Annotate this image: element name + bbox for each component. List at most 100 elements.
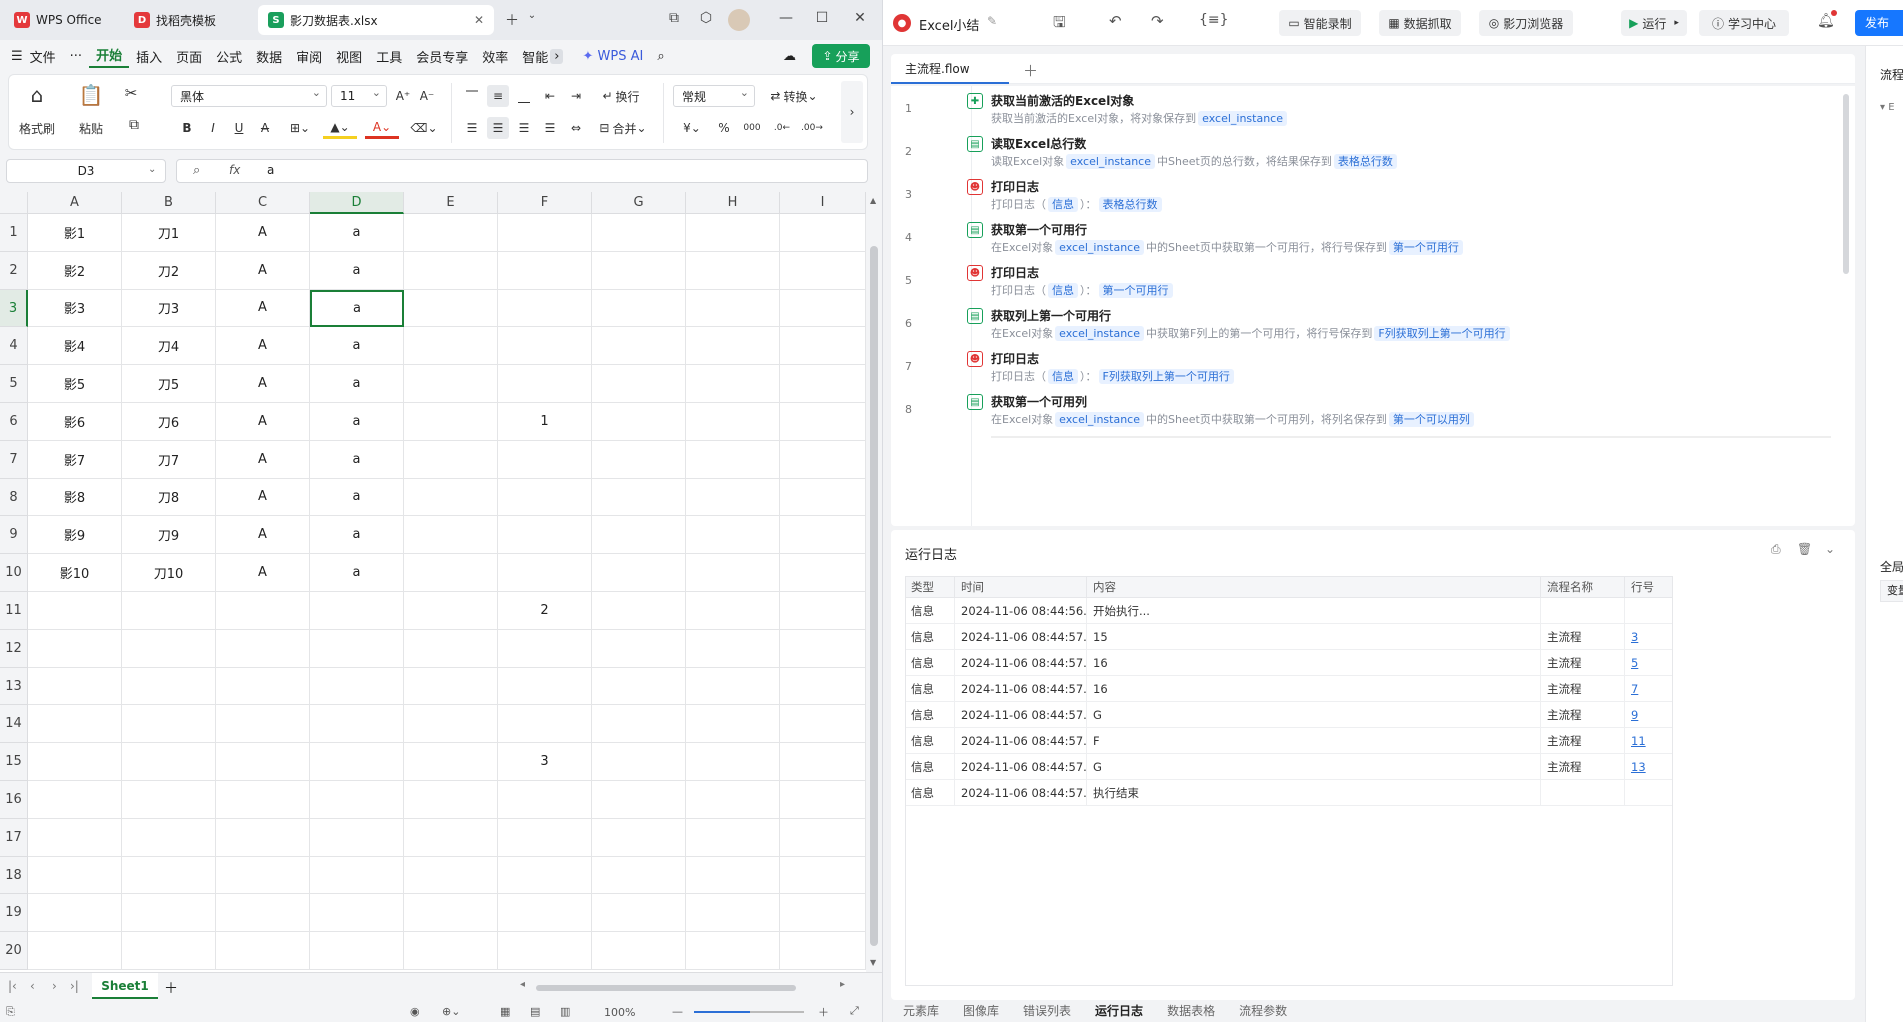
cell-i15[interactable] bbox=[780, 743, 866, 781]
menu-review[interactable]: 审阅 bbox=[289, 47, 329, 66]
prev-sheet-icon[interactable]: ‹ bbox=[30, 979, 35, 993]
cell-b16[interactable] bbox=[122, 781, 216, 819]
save-icon[interactable]: 🖫 bbox=[1053, 12, 1066, 37]
bold-icon[interactable]: B bbox=[177, 117, 197, 139]
browser-button[interactable]: ◎ 影刀浏览器 bbox=[1479, 10, 1573, 36]
cell-b11[interactable] bbox=[122, 592, 216, 630]
cell-f6[interactable]: 1 bbox=[498, 403, 592, 441]
zoom-icon[interactable]: ⌕ bbox=[193, 163, 200, 178]
step-variable[interactable]: 第一个可以用列 bbox=[1388, 412, 1474, 427]
copy-icon[interactable]: ⧉ bbox=[119, 115, 149, 135]
cell-b12[interactable] bbox=[122, 629, 216, 668]
cell-f9[interactable] bbox=[498, 516, 592, 555]
chevron-right-icon[interactable]: › bbox=[550, 48, 564, 64]
strikethrough-icon[interactable]: A bbox=[255, 117, 275, 139]
step-variable[interactable]: excel_instance bbox=[1198, 111, 1288, 126]
step-variable[interactable]: F列获取列上第一个可用行 bbox=[1374, 326, 1510, 341]
variable-icon[interactable]: {≡} bbox=[1199, 12, 1229, 28]
cell-g12[interactable] bbox=[592, 629, 686, 668]
edit-icon[interactable]: ✎ bbox=[987, 14, 997, 28]
cell-c18[interactable] bbox=[216, 856, 310, 895]
cell-i20[interactable] bbox=[780, 932, 866, 970]
row-header[interactable]: 1 bbox=[0, 214, 28, 252]
cell-i5[interactable] bbox=[780, 365, 866, 403]
scroll-right-icon[interactable]: ▸ bbox=[840, 979, 845, 990]
cell-g18[interactable] bbox=[592, 856, 686, 895]
expand-icon[interactable]: ▾ E bbox=[1880, 102, 1895, 113]
cell-c10[interactable]: A bbox=[216, 554, 310, 592]
add-flow-icon[interactable]: ＋ bbox=[1023, 60, 1038, 81]
cell-c20[interactable] bbox=[216, 932, 310, 970]
formula-input[interactable]: ⌕ fx a bbox=[176, 159, 868, 183]
log-header-2[interactable]: 内容 bbox=[1087, 576, 1541, 598]
log-line-link[interactable]: 9 bbox=[1625, 702, 1673, 728]
cell-i4[interactable] bbox=[780, 327, 866, 366]
cloud-icon[interactable]: ☁ bbox=[776, 49, 803, 64]
clear-format-icon[interactable]: ⌫⌄ bbox=[407, 117, 441, 139]
cell-c3[interactable]: A bbox=[216, 289, 310, 328]
font-size-select[interactable]: 11 bbox=[331, 85, 387, 107]
row-header[interactable]: 6 bbox=[0, 403, 28, 441]
new-tab-icon[interactable]: ＋ bbox=[502, 10, 522, 30]
font-color-icon[interactable]: A⌄ bbox=[365, 117, 399, 139]
fullscreen-icon[interactable]: ⤢ bbox=[850, 1004, 859, 1018]
cell-g10[interactable] bbox=[592, 554, 686, 592]
cell-h1[interactable] bbox=[686, 214, 780, 252]
cell-b20[interactable] bbox=[122, 932, 216, 970]
cell-f3[interactable] bbox=[498, 289, 592, 328]
log-header-4[interactable]: 行号 bbox=[1625, 576, 1673, 598]
cell-e19[interactable] bbox=[404, 894, 498, 933]
cell-a5[interactable]: 影5 bbox=[28, 365, 122, 403]
cell-d7[interactable]: a bbox=[310, 440, 404, 479]
cell-e3[interactable] bbox=[404, 289, 498, 328]
flow-step[interactable]: ▤ 读取Excel总行数 读取Excel对象 excel_instance 中Sheet… bbox=[967, 135, 1831, 171]
cell-b9[interactable]: 刀9 bbox=[122, 516, 216, 555]
cell-g19[interactable] bbox=[592, 894, 686, 933]
cell-a1[interactable]: 影1 bbox=[28, 214, 122, 252]
cell-h7[interactable] bbox=[686, 440, 780, 479]
redo-icon[interactable]: ↷ bbox=[1151, 12, 1164, 30]
cell-d12[interactable] bbox=[310, 629, 404, 668]
step-variable[interactable]: 表格总行数 bbox=[1333, 154, 1397, 169]
cell-d6[interactable]: a bbox=[310, 403, 404, 441]
cell-a16[interactable] bbox=[28, 781, 122, 819]
cell-c4[interactable]: A bbox=[216, 327, 310, 366]
cell-c19[interactable] bbox=[216, 894, 310, 933]
italic-icon[interactable]: I bbox=[203, 117, 223, 139]
cell-g3[interactable] bbox=[592, 289, 686, 328]
cell-i2[interactable] bbox=[780, 251, 866, 290]
row-header[interactable]: 2 bbox=[0, 251, 28, 290]
font-name-select[interactable]: 黑体 bbox=[171, 85, 327, 107]
indent-increase-icon[interactable]: ⇥ bbox=[565, 85, 587, 107]
cell-g16[interactable] bbox=[592, 781, 686, 819]
learning-center-button[interactable]: ⓘ 学习中心 bbox=[1699, 10, 1789, 36]
cell-e15[interactable] bbox=[404, 743, 498, 781]
cell-i14[interactable] bbox=[780, 705, 866, 744]
flow-step[interactable]: ▤ 获取第一个可用列 在Excel对象 excel_instance 中的Sheet页中… bbox=[967, 393, 1831, 429]
row-header[interactable]: 7 bbox=[0, 440, 28, 479]
cell-i18[interactable] bbox=[780, 856, 866, 895]
cell-f20[interactable] bbox=[498, 932, 592, 970]
wps-ai-button[interactable]: ✦ WPS AI bbox=[575, 49, 650, 64]
cell-h18[interactable] bbox=[686, 856, 780, 895]
cell-a18[interactable] bbox=[28, 856, 122, 895]
cell-h11[interactable] bbox=[686, 592, 780, 630]
more-icon[interactable]: ··· bbox=[63, 49, 89, 64]
cell-h17[interactable] bbox=[686, 818, 780, 857]
cell-g20[interactable] bbox=[592, 932, 686, 970]
flow-step[interactable]: ▤ 获取列上第一个可用行 在Excel对象 excel_instance 中获取第F列上… bbox=[967, 307, 1831, 343]
scrollbar-thumb[interactable] bbox=[870, 246, 878, 946]
column-header-e[interactable]: E bbox=[404, 192, 498, 214]
cell-g8[interactable] bbox=[592, 478, 686, 517]
hamburger-icon[interactable]: ☰ bbox=[4, 49, 30, 64]
cell-d8[interactable]: a bbox=[310, 478, 404, 517]
cell-f19[interactable] bbox=[498, 894, 592, 933]
log-line-link[interactable]: 5 bbox=[1625, 650, 1673, 676]
zoom-level[interactable]: 100% bbox=[604, 1006, 635, 1019]
undo-icon[interactable]: ↶ bbox=[1109, 12, 1122, 30]
menu-page[interactable]: 页面 bbox=[169, 47, 209, 66]
flow-step[interactable]: ✚ 获取当前激活的Excel对象 获取当前激活的Excel对象，将对象保存到 exce… bbox=[967, 92, 1831, 128]
cut-icon[interactable]: ✂ bbox=[119, 83, 143, 103]
cell-e13[interactable] bbox=[404, 667, 498, 706]
cell-a6[interactable]: 影6 bbox=[28, 403, 122, 441]
